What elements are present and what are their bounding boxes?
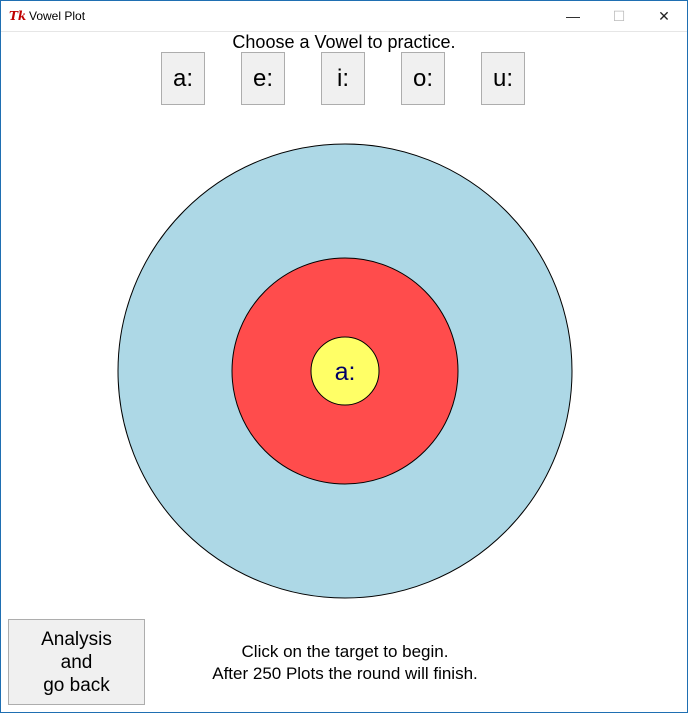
- target-canvas[interactable]: a:: [117, 143, 573, 599]
- close-button[interactable]: ✕: [641, 1, 687, 31]
- instruction-line-2: After 250 Plots the round will finish.: [212, 664, 478, 683]
- instruction-line-1: Click on the target to begin.: [241, 642, 449, 661]
- vowel-button-e[interactable]: e:: [241, 52, 285, 105]
- minimize-button[interactable]: —: [550, 1, 596, 31]
- analysis-label-line2: and: [60, 651, 93, 673]
- vowel-button-a[interactable]: a:: [161, 52, 205, 105]
- instructions-text: Click on the target to begin. After 250 …: [145, 641, 545, 685]
- vowel-button-i[interactable]: i:: [321, 52, 365, 105]
- target-vowel-label: a:: [335, 358, 356, 386]
- title-bar[interactable]: Tk Vowel Plot — ☐ ✕: [1, 1, 687, 32]
- vowel-button-o[interactable]: o:: [401, 52, 445, 105]
- window-title: Vowel Plot: [29, 9, 86, 23]
- maximize-button[interactable]: ☐: [596, 1, 642, 31]
- tk-feather-icon: Tk: [9, 9, 27, 23]
- vowel-button-u[interactable]: u:: [481, 52, 525, 105]
- analysis-label-line1: Analysis: [41, 628, 112, 650]
- analysis-go-back-button[interactable]: Analysis and go back: [8, 619, 145, 705]
- choose-vowel-prompt: Choose a Vowel to practice.: [232, 32, 456, 52]
- app-window: Tk Vowel Plot — ☐ ✕ Choose a Vowel to pr…: [0, 0, 688, 713]
- analysis-label-line3: go back: [43, 674, 110, 696]
